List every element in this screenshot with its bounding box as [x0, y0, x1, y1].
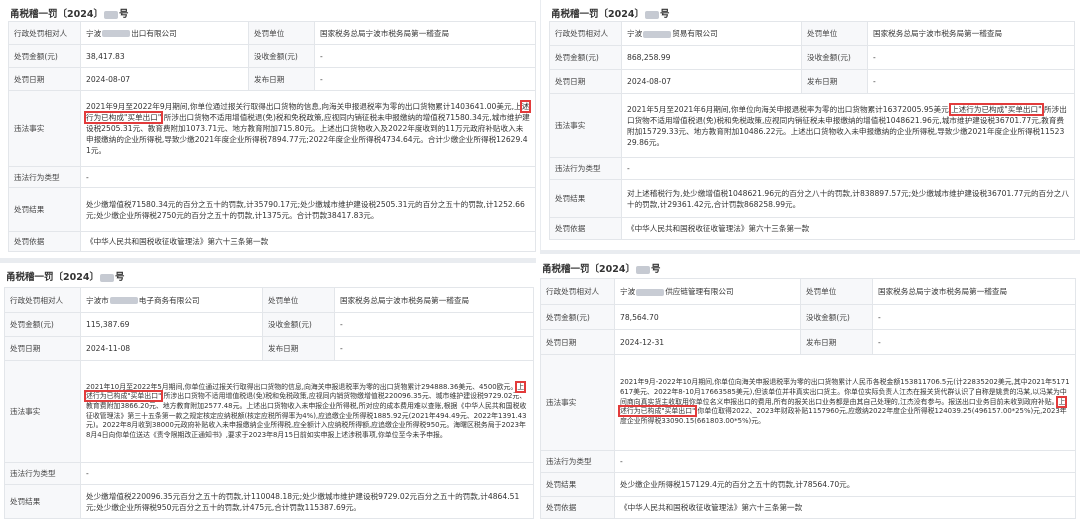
- penalty-record-1: 甬税稽一罚〔2024〕号 行政处罚相对人 宁波 出口有限公司 处罚单位 国家税务总…: [0, 0, 540, 258]
- type-label: 违法行为类型: [8, 166, 81, 188]
- type-value: -: [80, 166, 536, 188]
- redaction-mark: [109, 297, 138, 304]
- date-label: 处罚日期: [8, 67, 81, 91]
- penalty-record-3: 甬税稽一罚〔2024〕号 行政处罚相对人 宁波市 电子商务有限公司 处罚单位 国家…: [0, 263, 538, 521]
- fine-label: 处罚金额(元): [8, 44, 81, 68]
- unit-label: 处罚单位: [800, 278, 873, 305]
- redaction-mark: [644, 10, 659, 19]
- record-table: 行政处罚相对人 宁波 贸易有限公司 处罚单位 国家税务总局宁波市税务局第一稽查局 …: [549, 21, 1075, 240]
- basis-label: 处罚依据: [8, 231, 81, 252]
- basis-value: 《中华人民共和国税收征收管理法》第六十三条第一款: [614, 496, 1076, 519]
- highlight-box: 上述行为已构成"买单出口": [949, 102, 1044, 116]
- record-table: 行政处罚相对人 宁波 供应链管理有限公司 处罚单位 国家税务总局宁波市税务局第一稽…: [540, 278, 1076, 519]
- facts-label: 违法事实: [8, 90, 81, 167]
- type-value: -: [80, 462, 534, 485]
- type-label: 违法行为类型: [540, 450, 615, 473]
- fine-value: 38,417.83: [80, 44, 249, 68]
- type-value: -: [614, 450, 1076, 473]
- type-value: -: [621, 157, 1075, 180]
- result-label: 处罚结果: [8, 187, 81, 232]
- record-title: 甬税稽一罚〔2024〕号: [542, 264, 661, 275]
- publish-value: -: [314, 67, 536, 91]
- basis-value: 《中华人民共和国税收征收管理法》第六十三条第一款: [621, 217, 1075, 240]
- facts-value: 2021年10月至2022年5月期间,你单位通过报关行取得出口货物的信息,向海关…: [80, 360, 534, 463]
- unit-label: 处罚单位: [262, 287, 335, 313]
- date-value: 2024-11-08: [80, 336, 263, 361]
- fine-value: 868,258.99: [621, 45, 802, 70]
- unit-value: 国家税务总局宁波市税务局第一稽查局: [314, 21, 536, 45]
- record-title: 甬税稽一罚〔2024〕号: [551, 9, 670, 20]
- date-label: 处罚日期: [549, 69, 622, 94]
- facts-label: 违法事实: [549, 93, 622, 158]
- date-label: 处罚日期: [4, 336, 81, 361]
- result-value: 处少缴增值税71580.34元的百分之五十的罚款,计35790.17元;处少缴城…: [80, 187, 536, 232]
- party-label: 行政处罚相对人: [540, 278, 615, 305]
- party-label: 行政处罚相对人: [8, 21, 81, 45]
- fine-value: 115,387.69: [80, 312, 263, 337]
- unit-value: 国家税务总局宁波市税务局第一稽查局: [872, 278, 1076, 305]
- publish-label: 发布日期: [248, 67, 315, 91]
- redaction-mark: [99, 273, 114, 282]
- result-value: 处少缴增值税220096.35元百分之五十的罚款,计110048.18元;处少缴…: [80, 484, 534, 519]
- facts-value: 2021年9月至2022年9月期间,你单位通过报关行取得出口货物的信息,向海关申…: [80, 90, 536, 167]
- result-label: 处罚结果: [540, 472, 615, 497]
- record-title: 甬税稽一罚〔2024〕号: [6, 272, 125, 283]
- redaction-mark: [102, 30, 131, 37]
- facts-label: 违法事实: [540, 354, 615, 451]
- facts-label: 违法事实: [4, 360, 81, 463]
- type-label: 违法行为类型: [549, 157, 622, 180]
- fine-value: 78,564.70: [614, 304, 801, 330]
- result-value: 对上述稽税行为,处少缴增值税1048621.96元的百分之八十的罚款,计8388…: [621, 179, 1075, 218]
- party-label: 行政处罚相对人: [4, 287, 81, 313]
- fine-label: 处罚金额(元): [4, 312, 81, 337]
- publish-value: -: [867, 69, 1075, 94]
- date-value: 2024-12-31: [614, 329, 801, 355]
- record-table: 行政处罚相对人 宁波市 电子商务有限公司 处罚单位 国家税务总局宁波市税务局第一稽…: [4, 287, 534, 519]
- basis-label: 处罚依据: [540, 496, 615, 519]
- facts-value: 2021年5月至2021年6月期间,你单位向海关申报退税率为零的出口货物累计16…: [621, 93, 1075, 158]
- publish-label: 发布日期: [801, 69, 868, 94]
- date-label: 处罚日期: [540, 329, 615, 355]
- confiscation-value: -: [314, 44, 536, 68]
- confiscation-value: -: [867, 45, 1075, 70]
- basis-value: 《中华人民共和国税收征收管理法》第六十三条第一款: [80, 231, 536, 252]
- date-value: 2024-08-07: [80, 67, 249, 91]
- redaction-mark: [635, 265, 650, 274]
- date-value: 2024-08-07: [621, 69, 802, 94]
- fine-label: 处罚金额(元): [540, 304, 615, 330]
- party-link[interactable]: 宁波 供应链管理有限公司: [614, 278, 801, 305]
- result-label: 处罚结果: [4, 484, 81, 519]
- party-link[interactable]: 宁波 出口有限公司: [80, 21, 249, 45]
- redaction-mark: [643, 30, 672, 38]
- party-label: 行政处罚相对人: [549, 21, 622, 46]
- confiscation-label: 没收金额(元): [248, 44, 315, 68]
- penalty-record-4: 甬税稽一罚〔2024〕号 行政处罚相对人 宁波 供应链管理有限公司 处罚单位 国家…: [536, 254, 1080, 521]
- facts-value: 2021年9月-2022年10月期间,你单位向海关申报退税率为零的出口货物累计人…: [614, 354, 1076, 451]
- redaction-mark: [636, 288, 665, 296]
- redaction-mark: [103, 10, 118, 19]
- confiscation-value: -: [872, 304, 1076, 330]
- publish-label: 发布日期: [262, 336, 335, 361]
- record-title: 甬税稽一罚〔2024〕号: [10, 9, 129, 20]
- unit-value: 国家税务总局宁波市税务局第一稽查局: [867, 21, 1075, 46]
- party-link[interactable]: 宁波市 电子商务有限公司: [80, 287, 263, 313]
- unit-label: 处罚单位: [248, 21, 315, 45]
- type-label: 违法行为类型: [4, 462, 81, 485]
- publish-value: -: [872, 329, 1076, 355]
- publish-value: -: [334, 336, 534, 361]
- record-table: 行政处罚相对人 宁波 出口有限公司 处罚单位 国家税务总局宁波市税务局第一稽查局 …: [8, 21, 536, 252]
- penalty-record-2: 甬税稽一罚〔2024〕号 行政处罚相对人 宁波 贸易有限公司 处罚单位 国家税务总…: [541, 0, 1080, 250]
- confiscation-label: 没收金额(元): [800, 304, 873, 330]
- party-link[interactable]: 宁波 贸易有限公司: [621, 21, 802, 46]
- publish-label: 发布日期: [800, 329, 873, 355]
- result-label: 处罚结果: [549, 179, 622, 218]
- basis-label: 处罚依据: [549, 217, 622, 240]
- confiscation-label: 没收金额(元): [801, 45, 868, 70]
- unit-label: 处罚单位: [801, 21, 868, 46]
- confiscation-value: -: [334, 312, 534, 337]
- unit-value: 国家税务总局宁波市税务局第一稽查局: [334, 287, 534, 313]
- fine-label: 处罚金额(元): [549, 45, 622, 70]
- confiscation-label: 没收金额(元): [262, 312, 335, 337]
- result-value: 处少缴企业所得税157129.4元的百分之五十的罚款,计78564.70元。: [614, 472, 1076, 497]
